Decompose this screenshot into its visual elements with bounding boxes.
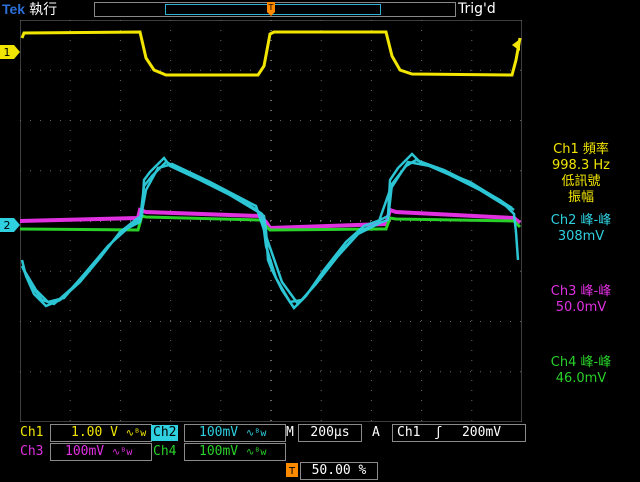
timebase-box[interactable]: 200µs xyxy=(298,424,362,442)
ch4-scale-box[interactable]: 100mV ∿ᴮw xyxy=(184,443,286,461)
measurement-value: 50.0mV xyxy=(555,300,607,315)
trigger-position-icon-glyph: T xyxy=(288,466,296,477)
ch4-scale: 100mV xyxy=(199,444,239,459)
ch3-bw-icon: ∿ᴮw xyxy=(111,447,133,458)
ch2-ground-marker[interactable]: 2 xyxy=(0,217,22,232)
measurement-value: 998.3 Hz xyxy=(552,158,610,173)
ch1-label[interactable]: Ch1 xyxy=(18,425,45,441)
ch2-scale: 100mV xyxy=(199,425,239,440)
measurement-note: 低訊號 xyxy=(561,174,601,189)
ch1-scale: 1.00 V xyxy=(71,425,118,440)
trigger-slope-icon: ʃ xyxy=(434,425,443,440)
ch1-scale-box[interactable]: 1.00 V ∿ᴮw xyxy=(50,424,152,442)
trigger-box[interactable]: Ch1 ʃ 200mV xyxy=(392,424,526,442)
measurement-value: 46.0mV xyxy=(555,371,607,386)
measurement-ch1-freq: Ch1 頻率 998.3 Hz 低訊號 振幅 xyxy=(522,142,640,206)
ch2-bw-icon: ∿ᴮw xyxy=(245,428,267,439)
ch1-marker-label: 1 xyxy=(4,46,11,59)
ch3-label[interactable]: Ch3 xyxy=(18,444,45,460)
ch2-scale-box[interactable]: 100mV ∿ᴮw xyxy=(184,424,286,442)
timebase-label: M xyxy=(286,425,294,440)
ch3-scale-box[interactable]: 100mV ∿ᴮw xyxy=(50,443,152,461)
trigger-position-box[interactable]: 50.00 % xyxy=(300,462,378,480)
measurement-ch2-pk2pk: Ch2 峰-峰 308mV xyxy=(522,213,640,245)
ch1-bw-icon: ∿ᴮw xyxy=(125,428,147,439)
measurement-title: Ch3 峰-峰 xyxy=(550,284,612,299)
measurement-title: Ch2 峰-峰 xyxy=(550,213,612,228)
waveform-display[interactable] xyxy=(20,20,522,422)
trigger-level: 200mV xyxy=(461,425,502,440)
trigger-source: Ch1 xyxy=(397,425,421,440)
timebase-value: 200µs xyxy=(310,425,350,440)
trigger-mode: A xyxy=(372,425,380,440)
measurement-ch3-pk2pk: Ch3 峰-峰 50.0mV xyxy=(522,284,640,316)
ch4-label[interactable]: Ch4 xyxy=(151,444,178,460)
ch2-marker-label: 2 xyxy=(4,219,11,232)
trigger-position-icon: T xyxy=(286,462,298,478)
tek-logo: Tek xyxy=(2,1,26,17)
measurement-note: 振幅 xyxy=(567,190,594,205)
measurement-title: Ch1 頻率 xyxy=(553,142,609,157)
trigger-status: Trig'd xyxy=(458,1,496,17)
ch1-ground-marker[interactable]: 1 xyxy=(0,44,22,59)
measurement-ch4-pk2pk: Ch4 峰-峰 46.0mV xyxy=(522,355,640,387)
ch2-label[interactable]: Ch2 xyxy=(151,425,179,441)
trigger-position-glyph: T xyxy=(268,3,274,12)
trigger-position-marker[interactable]: T xyxy=(266,1,276,16)
measurement-value: 308mV xyxy=(557,229,605,244)
trigger-level-arrow[interactable] xyxy=(511,36,521,51)
ch4-bw-icon: ∿ᴮw xyxy=(245,447,267,458)
trigger-position-value: 50.00 % xyxy=(311,463,367,478)
run-status: 執行 xyxy=(29,2,58,18)
ch3-scale: 100mV xyxy=(65,444,105,459)
instrument-brand: Tek 執行 xyxy=(2,0,57,18)
measurement-title: Ch4 峰-峰 xyxy=(550,355,612,370)
